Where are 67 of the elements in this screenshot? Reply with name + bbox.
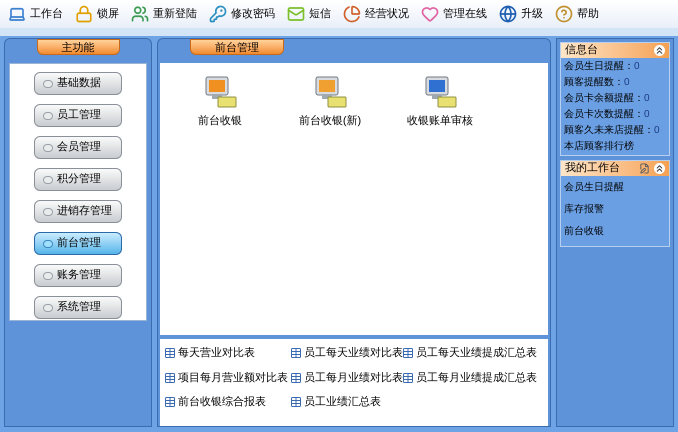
info-link[interactable]: 库存报警 (564, 203, 666, 216)
table-icon (164, 396, 176, 408)
menu-button[interactable]: 基础数据 (34, 72, 122, 95)
box-title: 信息台 (565, 43, 599, 58)
envelope-icon (287, 5, 305, 23)
indicator-icon (43, 112, 53, 120)
menu-button[interactable]: 账务管理 (34, 264, 122, 287)
toolbar-button[interactable]: 管理在线 (421, 5, 487, 23)
toolbar-button[interactable]: 工作台 (8, 5, 63, 23)
menu-button[interactable]: 积分管理 (34, 168, 122, 191)
pie-chart-icon (343, 5, 361, 23)
key-icon (209, 5, 227, 23)
toolbar-button[interactable]: 帮助 (555, 5, 599, 23)
report-link[interactable]: 员工每月业绩提成汇总表 (402, 370, 548, 386)
table-icon (402, 372, 414, 384)
toolbar-button[interactable]: 重新登陆 (131, 5, 197, 23)
report-link[interactable]: 员工每月业绩对比表 (290, 370, 402, 386)
module-button[interactable]: 前台收银 (185, 75, 255, 130)
report-link[interactable]: 员工每天业绩提成汇总表 (402, 345, 548, 362)
menu-button[interactable]: 进销存管理 (34, 200, 122, 223)
report-link[interactable]: 员工业绩汇总表 (290, 394, 402, 410)
info-link[interactable]: 顾客提醒数：0 (564, 76, 666, 89)
info-link[interactable]: 会员生日提醒 (564, 181, 666, 194)
toolbar-button[interactable]: 短信 (287, 5, 331, 23)
table-icon (290, 372, 302, 384)
indicator-icon (43, 272, 53, 280)
info-link[interactable]: 本店顾客排行榜 (564, 140, 666, 153)
indicator-icon (43, 144, 53, 152)
table-icon (402, 347, 414, 360)
menu-button[interactable]: 会员管理 (34, 136, 122, 159)
indicator-icon (43, 208, 53, 216)
report-link[interactable]: 前台收银综合报表 (164, 394, 290, 410)
indicator-icon (43, 240, 53, 248)
info-link[interactable]: 顾客久未来店提醒：0 (564, 124, 666, 137)
heart-icon (421, 5, 439, 23)
collapse-icon[interactable] (654, 45, 665, 56)
table-icon (164, 347, 176, 360)
report-link[interactable]: 每天营业对比表 (164, 345, 290, 362)
people-icon (131, 5, 149, 23)
info-link[interactable]: 会员卡次数提醒：0 (564, 108, 666, 121)
indicator-icon (43, 304, 53, 312)
toolbar-button[interactable]: 升级 (499, 5, 543, 23)
help-icon (555, 5, 573, 23)
toolbar-button[interactable]: 经营状况 (343, 5, 409, 23)
menu-button[interactable]: 系统管理 (34, 296, 122, 319)
padlock-icon (75, 5, 93, 23)
globe-icon (499, 5, 517, 23)
notepad-icon (639, 163, 650, 174)
report-link[interactable]: 员工每天业绩对比表 (290, 345, 402, 362)
table-icon (164, 372, 176, 384)
indicator-icon (43, 176, 53, 184)
info-link[interactable]: 会员生日提醒：0 (564, 60, 666, 73)
toolbar-button[interactable]: 锁屏 (75, 5, 119, 23)
box-title: 我的工作台 (565, 161, 621, 176)
report-link[interactable]: 项目每月营业额对比表 (164, 370, 290, 386)
collapse-icon[interactable] (654, 163, 665, 174)
menu-button[interactable]: 员工管理 (34, 104, 122, 127)
toolbar-button[interactable]: 修改密码 (209, 5, 275, 23)
table-icon (290, 396, 302, 408)
module-button[interactable]: 收银账单审核 (405, 75, 475, 130)
info-link[interactable]: 前台收银 (564, 225, 666, 238)
info-link[interactable]: 会员卡余额提醒：0 (564, 92, 666, 105)
indicator-icon (43, 80, 53, 88)
laptop-icon (8, 5, 26, 23)
menu-button[interactable]: 前台管理 (34, 232, 122, 255)
table-icon (290, 347, 302, 360)
module-button[interactable]: 前台收银(新) (295, 75, 365, 130)
